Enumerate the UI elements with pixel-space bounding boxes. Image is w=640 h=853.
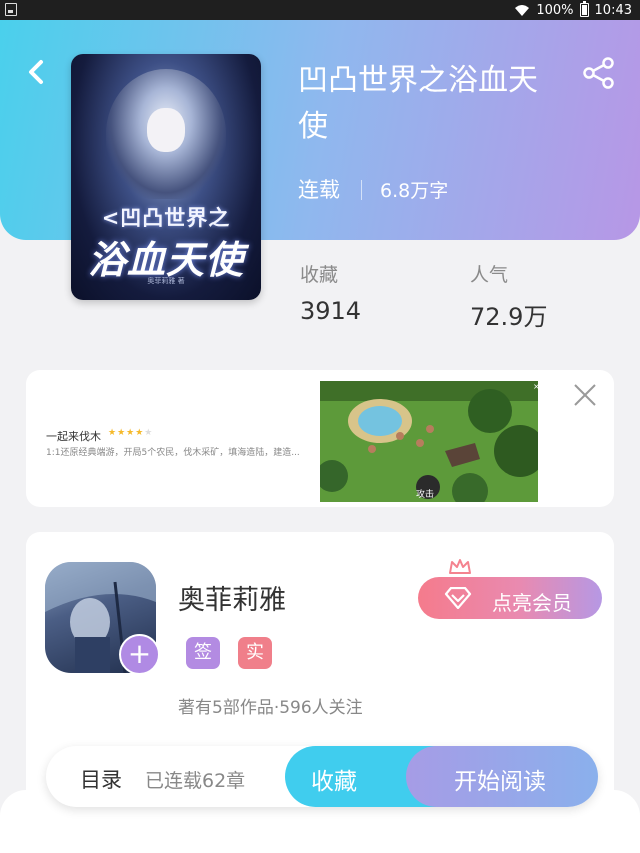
cover-title-line1: <凹凸世界之 [101,205,231,230]
status-bar: 100% 10:43 [0,0,640,20]
game-scene: × [320,381,538,502]
back-icon[interactable] [22,54,52,90]
start-reading-button[interactable]: 开始阅读 [406,746,598,807]
start-reading-label: 开始阅读 [454,769,546,795]
badge-signed: 签 [186,637,220,669]
ad-card[interactable]: 一起来伐木 ★★★★★ 1:1还原经典端游，开局5个农民，伐木采矿，填海造陆，建… [26,370,614,507]
stat-collect-label: 收藏 [300,264,339,286]
divider [361,180,362,200]
book-detail-page: 100% 10:43 凹凸世界之浴血天使 连载 6.8万字 <凹凸世界之 浴血天… [0,0,640,853]
chapter-count[interactable]: 已连载62章 [145,766,245,793]
cover-figure [147,108,185,152]
stat-collect-value: 3914 [300,297,362,325]
author-name: 奥菲莉雅 [178,585,286,616]
stat-popularity-value: 72.9万 [470,303,548,331]
toc-button[interactable]: 目录 [80,764,122,794]
collect-label: 收藏 [311,769,357,795]
notification-icon [5,3,17,16]
svg-text:×: × [533,382,538,391]
battery-percent: 100% [536,2,574,18]
crown-icon [449,559,471,574]
ad-attack-button[interactable]: 攻击 [416,487,434,500]
author-meta: 著有5部作品·596人关注 [178,698,363,718]
clock: 10:43 [594,2,632,18]
stat-popularity-label: 人气 [470,264,509,286]
ad-image[interactable]: × 攻击 [320,381,538,502]
book-title: 凹凸世界之浴血天使 [298,63,538,144]
ad-rating: ★★★★★ [108,428,154,438]
ad-description: 1:1还原经典端游，开局5个农民，伐木采矿，填海造陆，建造... [46,448,300,458]
follow-add-button[interactable]: + [119,634,160,675]
book-cover[interactable]: <凹凸世界之 浴血天使 奥菲莉雅 著 [71,54,261,300]
word-count: 6.8万字 [380,180,449,202]
battery-icon [579,1,589,17]
share-icon[interactable] [582,56,616,90]
close-icon[interactable] [572,382,598,408]
vip-label: 点亮会员 [492,591,572,615]
wifi-icon [515,5,530,16]
badge-verified: 实 [238,637,272,669]
book-status: 连载 [298,178,340,202]
diamond-icon [444,587,472,609]
ad-title: 一起来伐木 [46,430,101,443]
cover-author: 奥菲莉雅 著 [147,277,185,285]
vip-button[interactable]: 点亮会员 [418,577,602,619]
